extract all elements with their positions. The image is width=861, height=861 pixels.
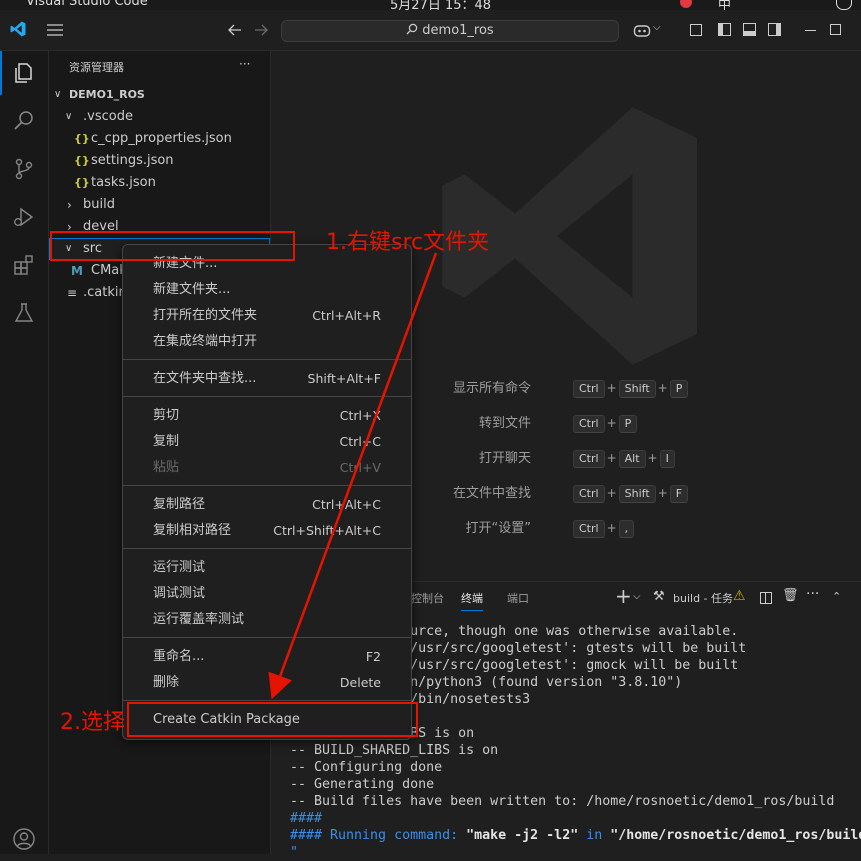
annotation-arrow	[268, 252, 438, 700]
